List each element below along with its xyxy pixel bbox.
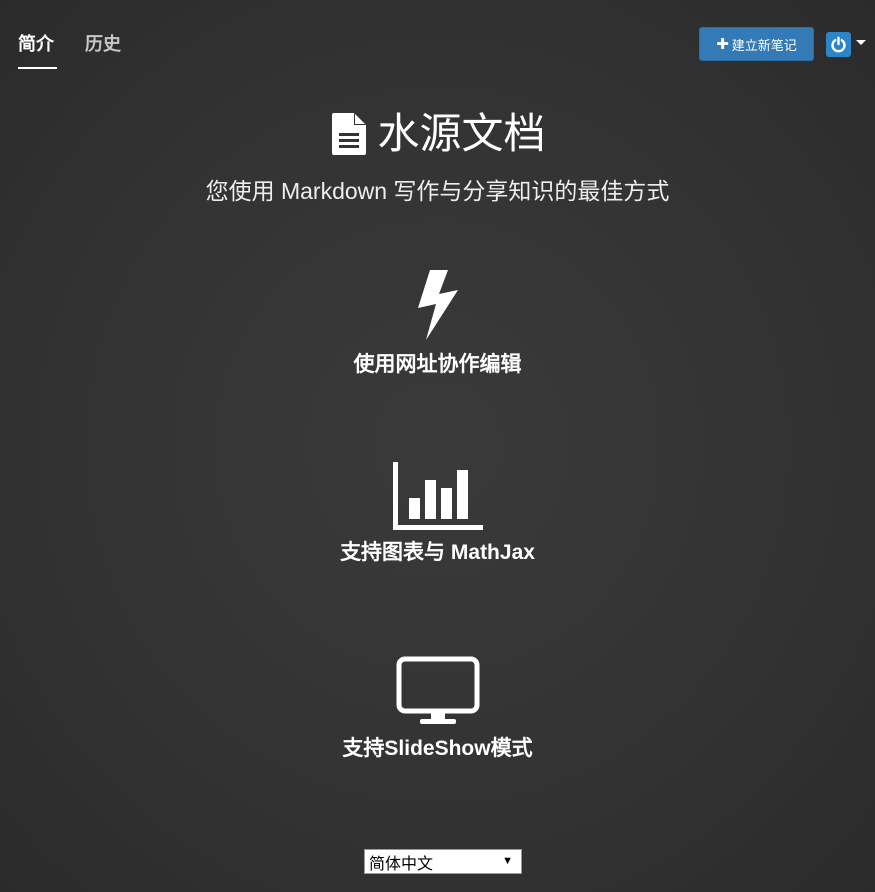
power-icon: [831, 36, 846, 53]
page-title: 水源文档: [377, 110, 546, 157]
tab-intro[interactable]: 简介: [18, 30, 54, 56]
user-menu-button[interactable]: [826, 32, 851, 57]
feature-collaborate: 使用网址协作编辑: [0, 268, 875, 378]
bolt-icon: [417, 270, 458, 340]
bar-chart-icon: [392, 462, 483, 530]
feature-label: 支持SlideShow模式: [342, 737, 533, 760]
top-navigation: 简介 历史 ✚ 建立新笔记: [0, 0, 875, 72]
language-select-value: 简体中文: [369, 855, 434, 873]
caret-down-icon[interactable]: [856, 40, 866, 45]
plus-icon: ✚: [716, 35, 729, 53]
feature-charts: 支持图表与 MathJax: [0, 462, 875, 566]
feature-label: 支持图表与 MathJax: [340, 541, 535, 564]
new-note-button[interactable]: ✚ 建立新笔记: [699, 27, 814, 61]
new-note-label: 建立新笔记: [731, 37, 797, 53]
feature-label: 使用网址协作编辑: [353, 353, 522, 376]
language-select[interactable]: 简体中文 ▼: [364, 849, 522, 874]
active-tab-indicator: [18, 67, 57, 69]
feature-slideshow: 支持SlideShow模式: [0, 656, 875, 762]
page-subtitle: 您使用 Markdown 写作与分享知识的最佳方式: [205, 178, 670, 204]
tab-history[interactable]: 历史: [85, 30, 121, 56]
dropdown-arrow-icon: ▼: [502, 855, 513, 867]
hero-title: 水源文档: [0, 108, 875, 160]
desktop-icon: [396, 656, 479, 724]
file-text-icon: [332, 113, 367, 155]
